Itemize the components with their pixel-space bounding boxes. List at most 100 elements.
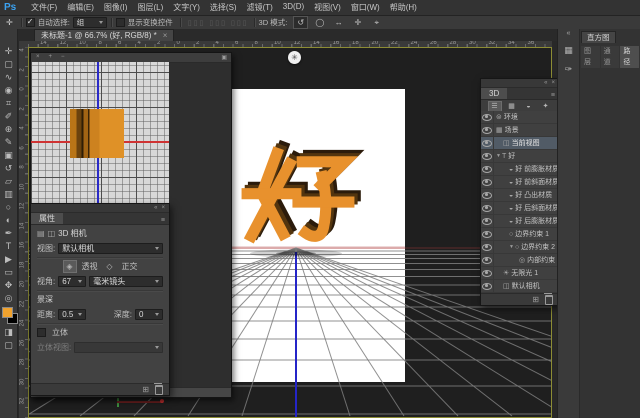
foreground-color-swatch[interactable] <box>2 307 13 318</box>
add-view-icon[interactable]: + <box>49 53 53 62</box>
perspective-icon[interactable]: ◈ <box>63 260 77 273</box>
document-tab[interactable]: 未标题-1 @ 66.7% (好, RGB/8) * × <box>34 29 174 41</box>
trash-icon[interactable] <box>545 295 553 305</box>
healing-brush-tool[interactable]: ⊕ <box>0 123 17 136</box>
panel-menu-icon[interactable]: ≡ <box>551 92 555 99</box>
gradient-tool[interactable]: ▥ <box>0 188 17 201</box>
pen-tool[interactable]: ✒ <box>0 227 17 240</box>
swap-view-icon[interactable]: ▣ <box>221 54 227 61</box>
visibility-toggle[interactable] <box>481 124 494 136</box>
tool-presets-icon[interactable]: ✑ <box>561 62 576 77</box>
depth-field[interactable]: 0 <box>135 309 163 320</box>
zoom-tool[interactable]: ◎ <box>0 292 17 305</box>
scene-tree-row[interactable]: ◫默认相机 <box>481 280 559 293</box>
visibility-toggle[interactable] <box>481 189 494 201</box>
close-icon[interactable]: × <box>551 80 555 86</box>
move-tool[interactable]: ✛ <box>0 45 17 58</box>
eraser-tool[interactable]: ▱ <box>0 175 17 188</box>
spinner-icon[interactable] <box>78 280 82 283</box>
quick-selection-tool[interactable]: ◉ <box>0 84 17 97</box>
brush-tool[interactable]: ✎ <box>0 136 17 149</box>
visibility-toggle[interactable] <box>481 215 494 227</box>
shape-tool[interactable]: ▭ <box>0 266 17 279</box>
scene-tree-row[interactable]: ◒好 后斜面材质 <box>481 202 559 215</box>
dodge-tool[interactable]: ◐ <box>0 214 17 227</box>
crop-tool[interactable]: ⌗ <box>0 97 17 110</box>
vertical-ruler[interactable]: 4202468101214161820222426283032 <box>19 47 28 418</box>
visibility-toggle[interactable] <box>481 150 494 162</box>
spinner-icon[interactable] <box>155 313 159 316</box>
menu-item[interactable]: 3D(D) <box>278 2 309 13</box>
screen-mode-icon[interactable]: ▢ <box>0 339 17 352</box>
menu-item[interactable]: 帮助(H) <box>385 2 422 13</box>
auto-select-dropdown[interactable]: 组 <box>73 17 107 28</box>
menu-item[interactable]: 图像(I) <box>99 2 133 13</box>
menu-item[interactable]: 编辑(E) <box>62 2 99 13</box>
menu-item[interactable]: 文件(F) <box>26 2 62 13</box>
move-tool-options-icon[interactable]: ✛ <box>6 18 13 27</box>
panel-menu-icon[interactable]: ≡ <box>161 217 165 224</box>
tab-3d[interactable]: 3D <box>481 88 507 99</box>
spinner-icon[interactable] <box>78 313 82 316</box>
lens-dropdown[interactable]: 毫米镜头 <box>89 276 163 287</box>
scene-tree-row[interactable]: ▼○边界约束 2 <box>481 241 559 254</box>
menu-item[interactable]: 选择(S) <box>205 2 242 13</box>
visibility-toggle[interactable] <box>481 111 494 123</box>
canvas-3d-text[interactable] <box>247 147 355 236</box>
tab-properties[interactable]: 属性 <box>31 213 63 224</box>
show-transform-checkbox[interactable] <box>116 18 125 27</box>
distance-field[interactable]: 0.5 <box>58 309 86 320</box>
panel-title-bar[interactable]: « × <box>31 204 169 213</box>
tab-inactive[interactable]: 图层 <box>581 46 600 68</box>
menu-item[interactable]: 图层(L) <box>132 2 168 13</box>
dock-icon[interactable]: ⊞ <box>142 385 149 395</box>
visibility-toggle[interactable] <box>481 254 494 266</box>
auto-select-checkbox[interactable] <box>26 18 35 27</box>
collapse-icon[interactable]: « <box>544 80 547 86</box>
history-brush-tool[interactable]: ↺ <box>0 162 17 175</box>
swatches-icon[interactable]: ▦ <box>561 43 576 58</box>
scene-tree-row[interactable]: ◫当前视图 <box>481 137 559 150</box>
quick-mask-icon[interactable]: ◨ <box>0 326 17 339</box>
scene-tree-row[interactable]: ▦场景 <box>481 124 559 137</box>
color-swatches[interactable] <box>1 307 17 324</box>
close-icon[interactable]: × <box>163 30 168 41</box>
tab-inactive[interactable]: 通道 <box>601 46 620 68</box>
perspective-label[interactable]: 透视 <box>82 261 98 272</box>
view-dropdown[interactable]: 默认相机 <box>58 243 163 254</box>
scene-tree-row[interactable]: ◒好 后膨胀材质 <box>481 215 559 228</box>
expander-icon[interactable]: ▼ <box>509 244 514 250</box>
visibility-toggle[interactable] <box>481 241 494 253</box>
collapse-icon[interactable]: « <box>154 205 157 211</box>
eyedropper-tool[interactable]: ✐ <box>0 110 17 123</box>
orthographic-icon[interactable]: ◇ <box>103 260 117 273</box>
scene-tree-row[interactable]: ○边界约束 1 <box>481 228 559 241</box>
rotate-view-widget-icon[interactable]: ✳ <box>288 51 301 64</box>
scene-tree-row[interactable]: ◒好 凸出材质 <box>481 189 559 202</box>
dolly-3d-camera-icon[interactable]: ⌖ <box>369 16 384 29</box>
stereo-checkbox[interactable] <box>37 328 46 337</box>
scene-tree-row[interactable]: ◒好 前膨胀材质 <box>481 163 559 176</box>
close-view-icon[interactable]: × <box>36 53 40 62</box>
close-icon[interactable]: × <box>161 205 165 211</box>
expand-panels-icon[interactable]: « <box>567 29 571 39</box>
visibility-toggle[interactable] <box>481 228 494 240</box>
expander-icon[interactable]: ▼ <box>496 153 501 159</box>
clone-stamp-tool[interactable]: ▣ <box>0 149 17 162</box>
scene-tree-row[interactable]: ☀无限光 1 <box>481 267 559 280</box>
scene-tree-row[interactable]: ◎内部约束 3 <box>481 254 559 267</box>
orthographic-label[interactable]: 正交 <box>122 261 138 272</box>
minimize-view-icon[interactable]: − <box>61 53 65 62</box>
menu-item[interactable]: 滤镜(T) <box>242 2 278 13</box>
visibility-toggle[interactable] <box>481 280 494 292</box>
orbit-3d-camera-icon[interactable]: ↺ <box>293 16 308 29</box>
lasso-tool[interactable]: ∿ <box>0 71 17 84</box>
menu-item[interactable]: 视图(V) <box>309 2 346 13</box>
path-selection-tool[interactable]: ▶ <box>0 253 17 266</box>
menu-item[interactable]: 文字(Y) <box>168 2 205 13</box>
visibility-toggle[interactable] <box>481 176 494 188</box>
visibility-toggle[interactable] <box>481 163 494 175</box>
pan-3d-camera-icon[interactable]: ↔ <box>331 16 346 29</box>
hand-tool[interactable]: ✥ <box>0 279 17 292</box>
visibility-toggle[interactable] <box>481 202 494 214</box>
